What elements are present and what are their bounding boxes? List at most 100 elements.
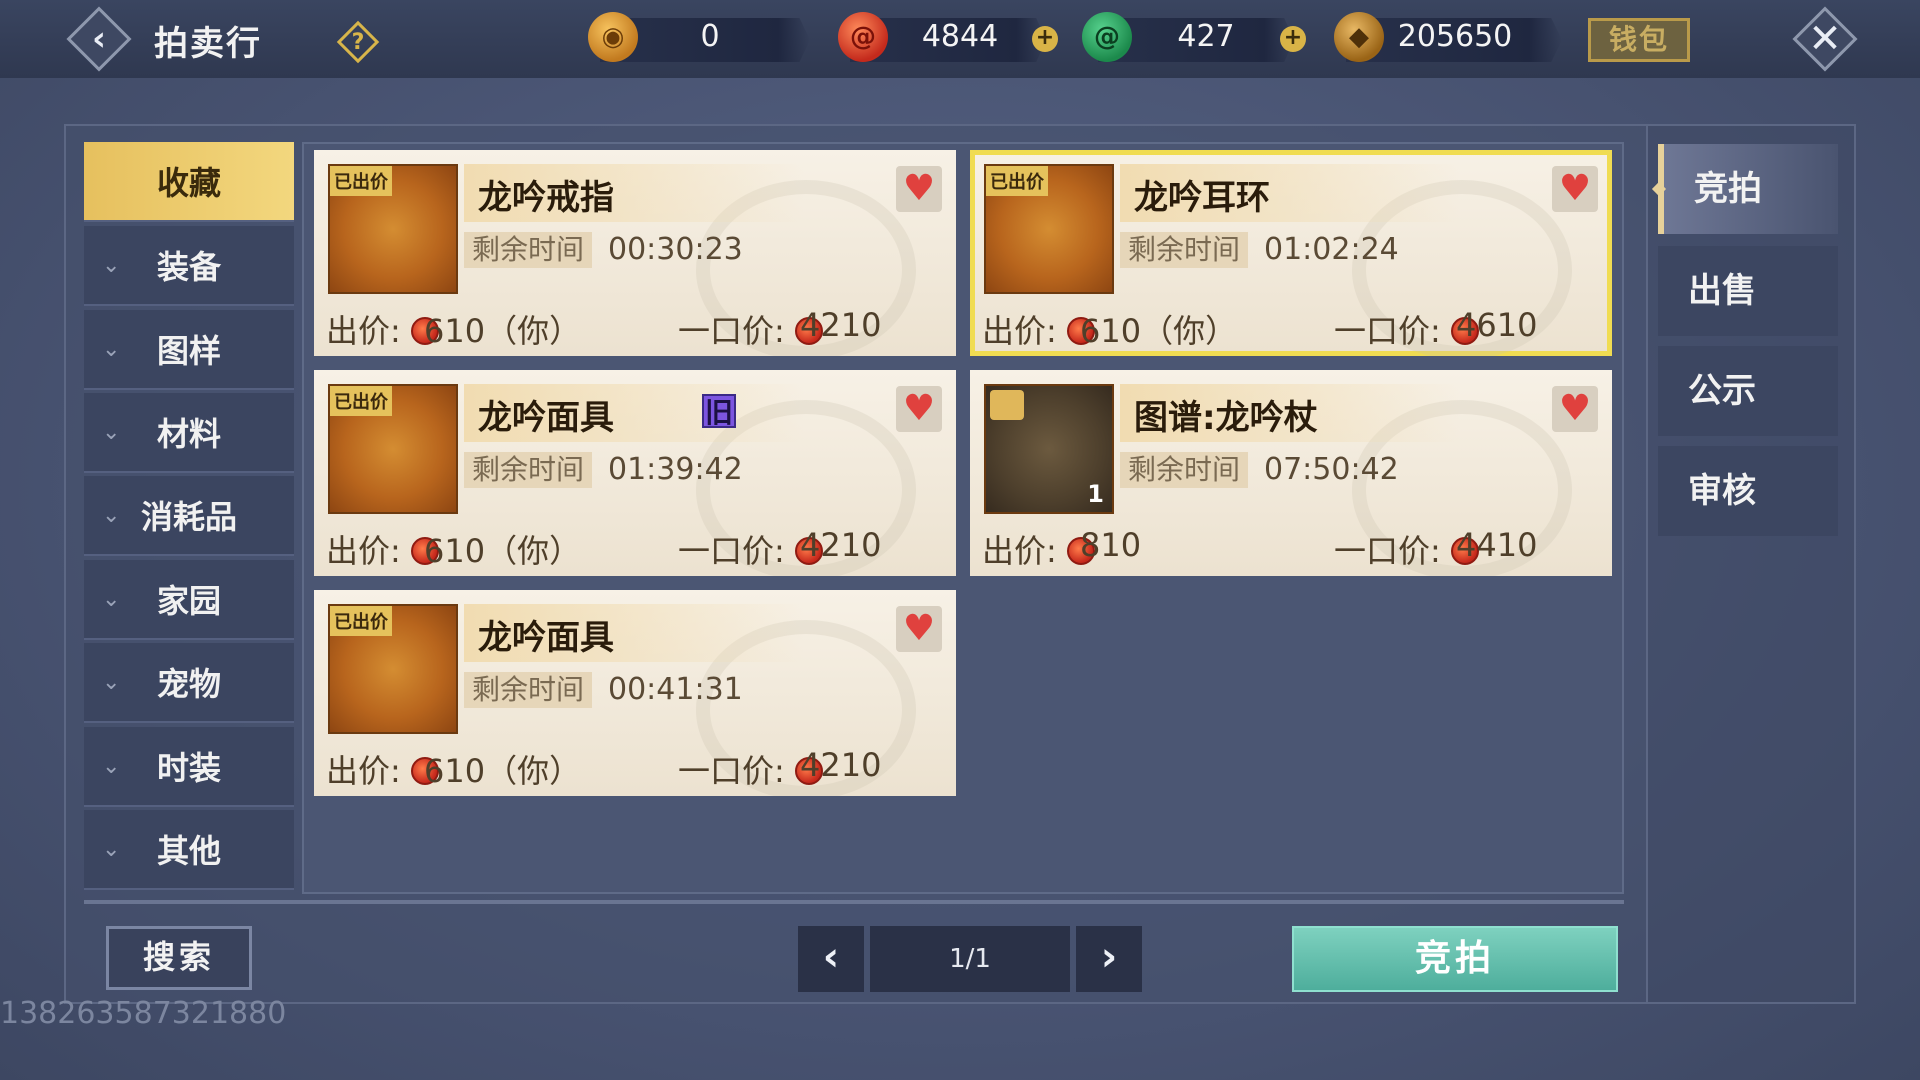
category-patterns[interactable]: ⌄ 图样 [84,310,294,390]
bid-label: 出价: [326,526,439,572]
category-pets[interactable]: ⌄ 宠物 [84,643,294,723]
buyout-value: 4610 [1456,306,1538,344]
favorite-button[interactable]: ♥ [896,166,942,212]
price-row: 出价: 610（你） 一口价: 4210 [326,526,946,570]
bid-value: 610（你） [424,532,582,570]
price-row: 出价: 610（你） 一口价: 4610 [982,306,1602,350]
buyout-label-text: 一口价: [678,532,785,570]
bid-value: 610（你） [1080,312,1238,350]
bid-placed-tag: 已出价 [330,386,392,416]
time-remaining-label: 剩余时间 [464,452,593,488]
heart-icon: ♥ [1558,388,1592,429]
buyout-value: 4210 [800,526,882,564]
auction-item-card[interactable]: 已出价 龙吟戒指 ♥ 剩余时间 00:30:23 出价: 610（你） 一口价:… [314,150,956,356]
tab-publicity[interactable]: 公示 [1658,346,1838,436]
add-green-jade-button[interactable]: + [1280,26,1306,52]
mask-item-icon: 已出价 [328,604,458,734]
bottom-divider [84,900,1624,904]
tab-auction[interactable]: 竞拍 [1651,144,1838,234]
previous-page-button[interactable]: ‹ [798,926,864,992]
close-icon: ✕ [1808,16,1842,62]
player-id-watermark: 138263587321880 [0,996,287,1031]
bid-placed-tag: 已出价 [330,166,392,196]
heart-icon: ♥ [902,388,936,429]
category-equipment[interactable]: ⌄ 装备 [84,226,294,306]
auction-item-card[interactable]: 已出价 龙吟面具 旧 ♥ 剩余时间 01:39:42 出价: 610（你） 一口… [314,370,956,576]
time-remaining-value: 07:50:42 [1264,452,1399,487]
add-red-token-button[interactable]: + [1032,26,1058,52]
chevron-down-icon: ⌄ [102,419,121,445]
buyout-label-text: 一口价: [1334,312,1441,350]
auction-item-card[interactable]: 已出价 龙吟面具 ♥ 剩余时间 00:41:31 出价: 610（你） 一口价:… [314,590,956,796]
bid-placed-tag: 已出价 [986,166,1048,196]
time-remaining-label: 剩余时间 [1120,232,1249,268]
place-bid-button[interactable]: 竞拍 [1292,926,1618,992]
favorite-button[interactable]: ♥ [896,606,942,652]
staff-recipe-item-icon: 1 [984,384,1114,514]
top-bar: ‹ 拍卖行 ? ◉ 0 @ 4844 + @ 427 + ◆ 205650 钱包… [0,0,1920,78]
heart-icon: ♥ [902,168,936,209]
bid-label: 出价: [326,746,439,792]
currency-copper-value: 205650 [1397,19,1513,54]
chevron-down-icon: ⌄ [102,502,121,528]
help-icon[interactable]: ? [336,20,380,64]
bid-value: 610（你） [424,752,582,790]
buyout-label-text: 一口价: [678,752,785,790]
next-page-button[interactable]: › [1076,926,1142,992]
category-fashion[interactable]: ⌄ 时装 [84,727,294,807]
buyout-label-text: 一口价: [678,312,785,350]
help-question-mark: ? [351,29,365,55]
currency-jade-value: 0 [700,19,720,54]
copper-coins-icon: ◆ [1334,12,1384,62]
category-consumables[interactable]: ⌄ 消耗品 [84,476,294,556]
search-button[interactable]: 搜索 [106,926,252,990]
tab-sell[interactable]: 出售 [1658,246,1838,336]
favorite-button[interactable]: ♥ [1552,166,1598,212]
chevron-down-icon: ⌄ [102,669,121,695]
heart-icon: ♥ [1558,168,1592,209]
item-name: 图谱:龙吟杖 [1134,398,1318,438]
old-item-badge: 旧 [702,394,736,429]
category-other[interactable]: ⌄ 其他 [84,810,294,890]
wallet-button[interactable]: 钱包 [1588,18,1690,62]
category-label: 收藏 [156,164,221,202]
tab-label: 出售 [1688,271,1756,311]
bid-value: 810 [1080,526,1142,564]
page-title: 拍卖行 [154,24,262,64]
favorite-button[interactable]: ♥ [896,386,942,432]
recipe-book-icon [990,390,1024,420]
price-row: 出价: 610（你） 一口价: 4210 [326,746,946,790]
favorite-button[interactable]: ♥ [1552,386,1598,432]
item-name: 龙吟面具 [478,618,614,658]
chevron-down-icon: ⌄ [102,586,121,612]
bid-label: 出价: [982,526,1095,572]
red-token-icon: @ [838,12,888,62]
chevron-down-icon: ⌄ [102,252,121,278]
price-row: 出价: 610（你） 一口价: 4210 [326,306,946,350]
auction-item-card[interactable]: 1 图谱:龙吟杖 ♥ 剩余时间 07:50:42 出价: 810 一口价: 44… [970,370,1612,576]
bid-label: 出价: [326,306,439,352]
time-remaining-value: 01:02:24 [1264,232,1399,267]
time-remaining-label: 剩余时间 [464,232,593,268]
close-button[interactable]: ✕ [1790,4,1860,74]
mask-item-icon: 已出价 [328,384,458,514]
chevron-down-icon: ⌄ [102,753,121,779]
buyout-value: 4210 [800,306,882,344]
heart-icon: ♥ [902,608,936,649]
category-favorites[interactable]: 收藏 [84,142,294,222]
green-jade-icon: @ [1082,12,1132,62]
auction-item-card-selected[interactable]: 已出价 龙吟耳环 ♥ 剩余时间 01:02:24 出价: 610（你） 一口价:… [970,150,1612,356]
time-remaining-value: 00:41:31 [608,672,743,707]
ring-item-icon: 已出价 [328,164,458,294]
category-home[interactable]: ⌄ 家园 [84,560,294,640]
bid-label-text: 出价: [326,532,401,570]
bid-value: 610（你） [424,312,582,350]
category-materials[interactable]: ⌄ 材料 [84,393,294,473]
bid-placed-tag: 已出价 [330,606,392,636]
tab-review[interactable]: 审核 [1658,446,1838,536]
page-indicator: 1/1 [870,926,1070,992]
time-remaining-value: 00:30:23 [608,232,743,267]
back-button[interactable]: ‹ [64,4,134,74]
item-name: 龙吟耳环 [1134,178,1270,218]
tab-label: 竞拍 [1694,169,1762,209]
